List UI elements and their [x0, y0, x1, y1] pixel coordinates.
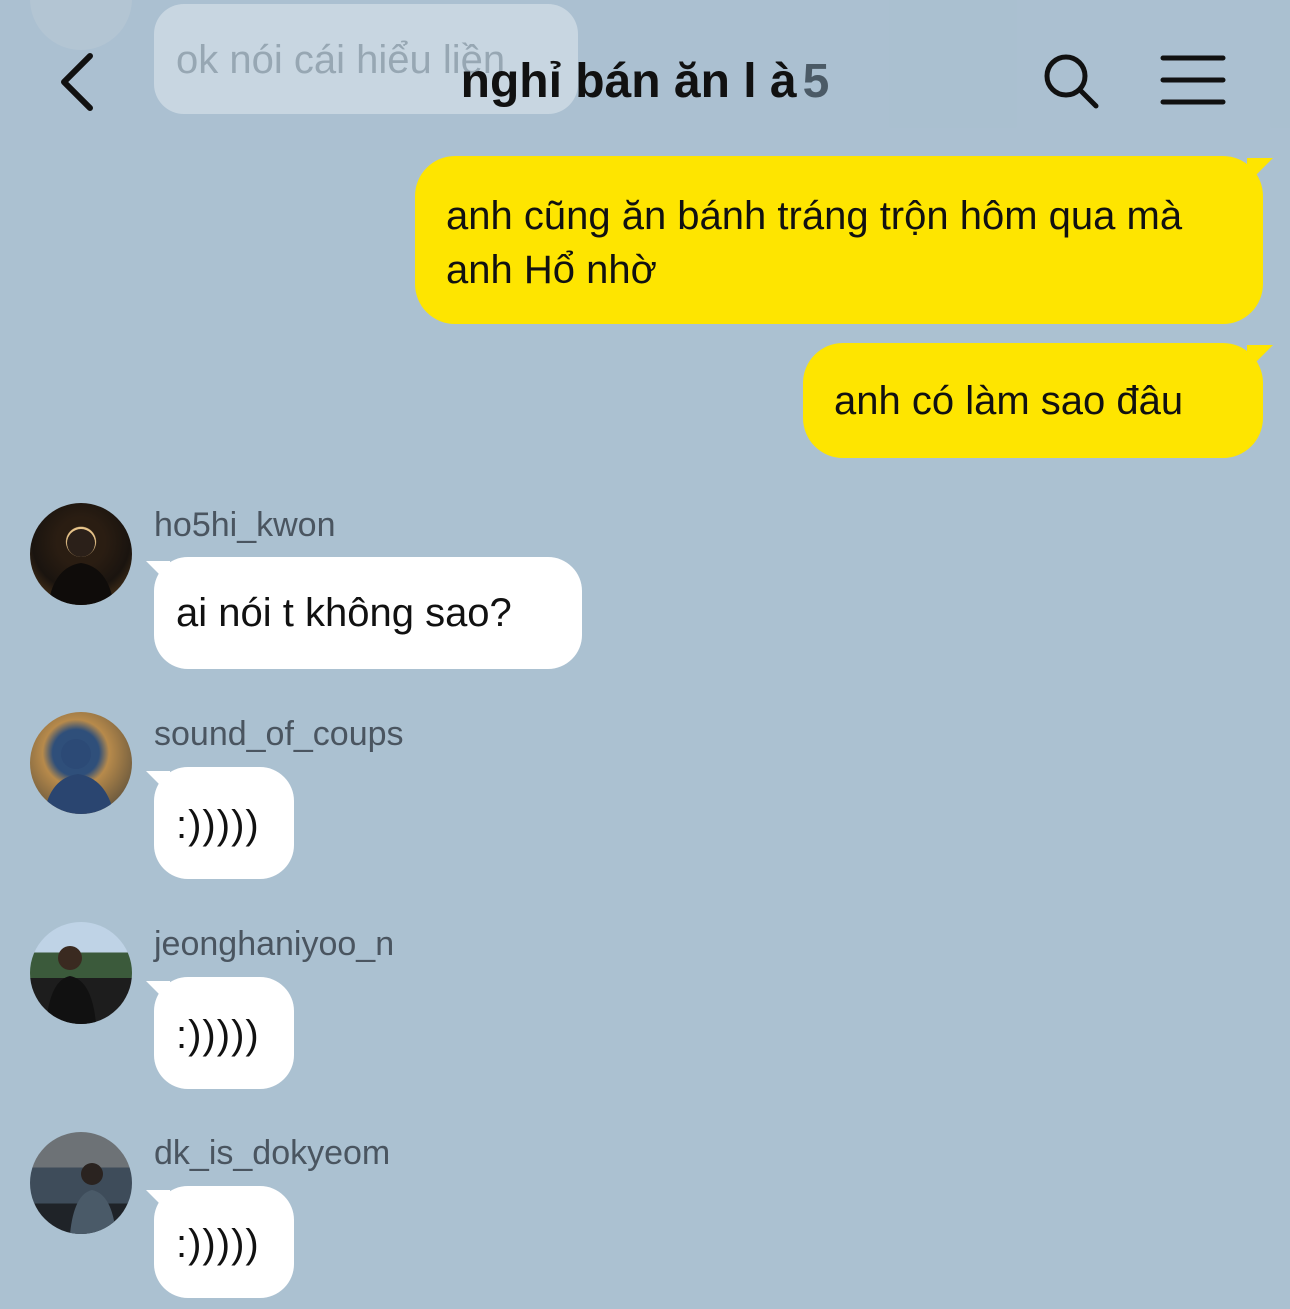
bubble-tail	[146, 771, 170, 795]
bubble-tail	[146, 1190, 170, 1214]
bubble-tail	[146, 561, 170, 585]
incoming-message-bubble[interactable]: ai nói t không sao?	[146, 557, 582, 669]
menu-icon	[1160, 55, 1226, 105]
sender-name: dk_is_dokyeom	[154, 1134, 391, 1172]
incoming-message-text: :)))))	[176, 1013, 260, 1057]
incoming-message-bubble[interactable]: :)))))	[146, 767, 294, 879]
outgoing-message-bubble[interactable]: anh có làm sao đâu	[803, 343, 1273, 458]
outgoing-message-bubble[interactable]: anh cũng ăn bánh tráng trộn hôm qua mà a…	[415, 156, 1273, 324]
person-silhouette-icon	[70, 1163, 116, 1234]
outgoing-message-text: anh có làm sao đâu	[834, 379, 1184, 423]
incoming-message-text: :)))))	[176, 1222, 260, 1266]
bubble-tail	[146, 981, 170, 1005]
incoming-message-bubble[interactable]: :)))))	[146, 1186, 294, 1298]
avatar[interactable]	[30, 1132, 132, 1234]
person-silhouette-icon	[44, 739, 114, 814]
member-count: 5	[802, 55, 830, 108]
sender-name: jeonghaniyoo_n	[154, 925, 395, 963]
avatar[interactable]	[30, 503, 132, 605]
person-silhouette-icon	[46, 946, 96, 1024]
sender-name: sound_of_coups	[154, 715, 404, 753]
search-icon	[1044, 54, 1099, 109]
chat-title-text: nghỉ bán ăn l à	[460, 55, 797, 108]
outgoing-message-text: anh cũng ăn bánh tráng trộn hôm qua mà a…	[446, 194, 1183, 292]
avatar[interactable]	[30, 922, 132, 1024]
search-button[interactable]	[1040, 52, 1104, 112]
sender-name: ho5hi_kwon	[154, 506, 336, 544]
chat-header: ok nói cái hiểu liền nghỉ bán ăn l à5	[0, 0, 1290, 150]
bubble-tail	[1247, 345, 1273, 371]
incoming-message-bubble[interactable]: :)))))	[146, 977, 294, 1089]
menu-button[interactable]	[1160, 54, 1226, 106]
scrolled-avatar	[30, 0, 132, 50]
avatar[interactable]	[30, 712, 132, 814]
incoming-message-text: :)))))	[176, 803, 260, 847]
incoming-message-text: ai nói t không sao?	[176, 591, 512, 635]
bubble-tail	[1247, 158, 1273, 184]
person-silhouette-icon	[48, 529, 114, 605]
